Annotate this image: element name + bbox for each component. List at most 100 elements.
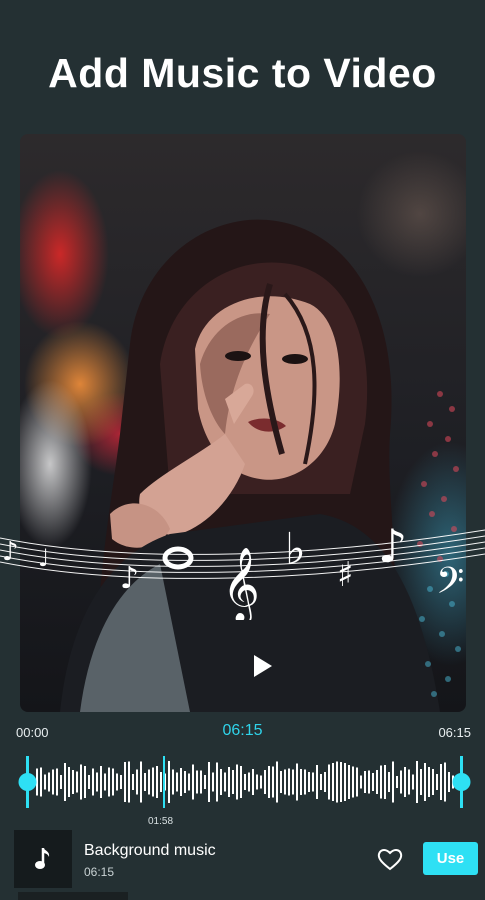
waveform-bar bbox=[104, 773, 106, 791]
waveform-bar bbox=[316, 765, 318, 799]
trim-handle-left[interactable] bbox=[18, 756, 37, 808]
waveform-bar bbox=[276, 761, 278, 803]
heart-outline-icon[interactable] bbox=[376, 846, 404, 872]
current-time: 06:15 bbox=[222, 722, 263, 739]
waveform-bar bbox=[412, 774, 414, 790]
waveform-bar bbox=[396, 776, 398, 788]
waveform-bar bbox=[268, 766, 270, 798]
waveform-bar bbox=[256, 774, 258, 790]
waveform-bar bbox=[192, 764, 194, 800]
next-track-edge bbox=[18, 892, 128, 900]
waveform-bar bbox=[260, 775, 262, 789]
waveform-bar bbox=[68, 767, 70, 797]
flat-icon: ♭ bbox=[285, 524, 306, 575]
waveform-bar bbox=[284, 769, 286, 795]
waveform-bar bbox=[176, 772, 178, 792]
waveform-bar bbox=[52, 769, 54, 795]
waveform-bar bbox=[348, 765, 350, 799]
waveform-bar bbox=[296, 763, 298, 801]
waveform-bar bbox=[180, 768, 182, 796]
waveform-bar bbox=[388, 772, 390, 792]
waveform-bar bbox=[436, 774, 438, 790]
waveform-bar bbox=[416, 761, 418, 803]
waveform-bar bbox=[280, 771, 282, 793]
waveform-bar bbox=[404, 767, 406, 797]
waveform-bar bbox=[236, 764, 238, 800]
note-icon: ♪ bbox=[120, 561, 139, 596]
waveform-bar bbox=[244, 774, 246, 790]
note-icon: ♪ bbox=[378, 519, 407, 573]
waveform-bar bbox=[380, 765, 382, 799]
waveform-bar bbox=[100, 766, 102, 798]
audio-waveform[interactable] bbox=[16, 752, 472, 812]
bass-clef-icon: 𝄢 bbox=[436, 560, 464, 611]
use-button[interactable]: Use bbox=[423, 842, 478, 875]
waveform-bar bbox=[340, 762, 342, 802]
waveform-bar bbox=[152, 767, 154, 797]
waveform-bar bbox=[132, 774, 134, 790]
waveform-bar bbox=[72, 770, 74, 794]
waveform-bar bbox=[272, 766, 274, 798]
waveform-bar bbox=[136, 769, 138, 795]
waveform-bar bbox=[424, 763, 426, 801]
waveform-bar bbox=[292, 769, 294, 795]
timeline-times: 00:00 06:15 06:15 bbox=[0, 722, 485, 746]
waveform-bar bbox=[248, 772, 250, 792]
waveform-bar bbox=[216, 762, 218, 802]
trim-handle-right[interactable] bbox=[452, 756, 471, 808]
music-track-row[interactable]: Background music 06:15 Use bbox=[0, 826, 485, 890]
treble-clef-icon: 𝄞 bbox=[222, 548, 260, 620]
waveform-bar bbox=[432, 769, 434, 795]
note-icon: ♩ bbox=[38, 544, 49, 572]
waveform-bar bbox=[320, 774, 322, 790]
waveform-bar bbox=[328, 764, 330, 800]
waveform-bar bbox=[376, 770, 378, 794]
waveform-bar bbox=[172, 769, 174, 795]
waveform-bar bbox=[228, 767, 230, 797]
waveform-bar bbox=[300, 769, 302, 795]
playhead-marker[interactable] bbox=[163, 756, 165, 808]
whole-note-icon bbox=[162, 546, 194, 570]
waveform-bar bbox=[92, 768, 94, 796]
waveform-bar bbox=[76, 771, 78, 793]
waveform-bar bbox=[344, 763, 346, 801]
waveform-bar bbox=[208, 762, 210, 802]
waveform-bar bbox=[168, 761, 170, 803]
waveform-bar bbox=[288, 768, 290, 796]
waveform-bar bbox=[184, 771, 186, 793]
sharp-icon: ♯ bbox=[337, 555, 353, 595]
waveform-bar bbox=[40, 767, 42, 797]
waveform-bar bbox=[140, 761, 142, 803]
waveform-bar bbox=[224, 772, 226, 792]
waveform-bar bbox=[336, 761, 338, 803]
waveform-bar bbox=[88, 775, 90, 789]
waveform-bar bbox=[120, 775, 122, 789]
waveform-bar bbox=[108, 767, 110, 797]
waveform-bar bbox=[240, 766, 242, 798]
waveform-bar bbox=[112, 768, 114, 796]
waveform-bar bbox=[308, 772, 310, 792]
waveform-bar bbox=[448, 772, 450, 792]
waveform-bar bbox=[80, 764, 82, 800]
waveform-bar bbox=[144, 773, 146, 791]
waveform-bar bbox=[400, 770, 402, 794]
waveform-bar bbox=[188, 773, 190, 791]
end-time: 06:15 bbox=[438, 725, 471, 740]
track-duration: 06:15 bbox=[84, 865, 115, 879]
waveform-bar bbox=[212, 772, 214, 792]
waveform-bar bbox=[128, 761, 130, 803]
play-button[interactable] bbox=[242, 646, 282, 686]
video-preview[interactable] bbox=[20, 134, 466, 712]
track-thumbnail bbox=[14, 830, 72, 888]
waveform-bar bbox=[204, 775, 206, 789]
waveform-bar bbox=[384, 765, 386, 799]
waveform-bar bbox=[44, 774, 46, 790]
waveform-bar bbox=[356, 767, 358, 797]
waveform-bar bbox=[96, 772, 98, 792]
page-title: Add Music to Video bbox=[48, 50, 437, 96]
waveform-bar bbox=[84, 766, 86, 798]
note-icon: ♪ bbox=[2, 537, 19, 567]
waveform-bar bbox=[56, 768, 58, 796]
waveform-bar bbox=[312, 772, 314, 792]
waveform-bar bbox=[124, 762, 126, 802]
